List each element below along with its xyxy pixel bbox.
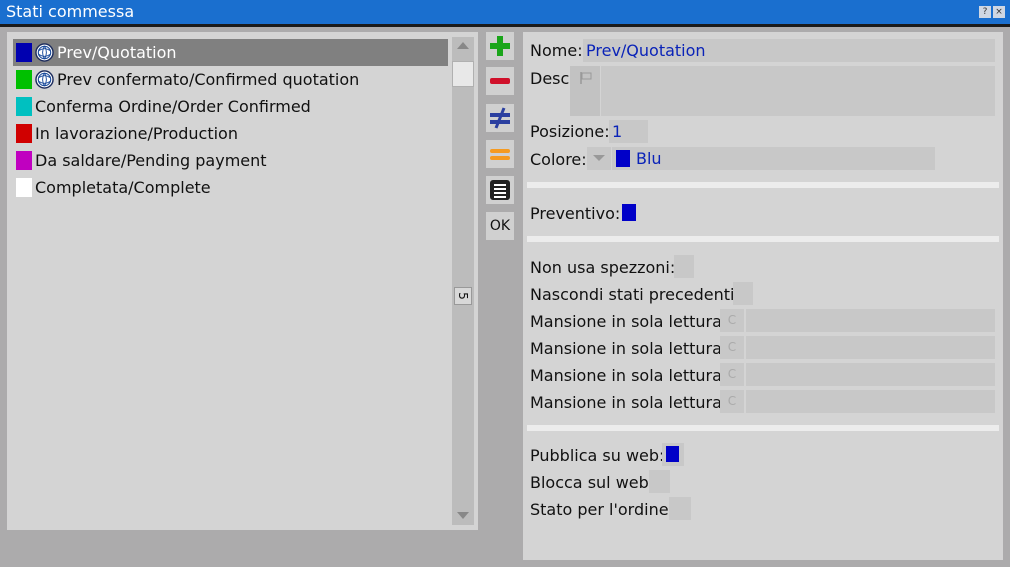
mansione-select-button[interactable]: C	[720, 336, 744, 359]
list-item[interactable]: Conferma Ordine/Order Confirmed	[13, 93, 448, 120]
delete-button[interactable]	[486, 67, 514, 95]
posizione-field[interactable]: 1	[609, 120, 648, 143]
colore-label: Colore:	[530, 150, 587, 169]
ok-button[interactable]: OK	[486, 212, 514, 240]
mansione-field[interactable]	[746, 363, 995, 386]
flag-icon	[580, 72, 592, 84]
plus-icon	[490, 36, 510, 56]
list-item-label: Prev confermato/Confirmed quotation	[57, 70, 360, 89]
help-button[interactable]: ?	[979, 6, 991, 18]
preventivo-label: Preventivo:	[530, 204, 621, 223]
status-list-panel: Prev/Quotation Prev confermato/Confirmed …	[7, 32, 478, 530]
nome-label: Nome:	[530, 41, 583, 60]
list-item-label: Da saldare/Pending payment	[35, 151, 267, 170]
list-item[interactable]: In lavorazione/Production	[13, 120, 448, 147]
mansione-label: Mansione in sola lettura:	[530, 366, 728, 385]
desc-label: Desc:	[530, 69, 575, 88]
status-color-swatch	[16, 70, 32, 89]
detail-panel: Nome: Prev/Quotation Desc: Posizione: 1 …	[523, 32, 1003, 560]
mansione-label: Mansione in sola lettura:	[530, 339, 728, 358]
list-item[interactable]: Prev confermato/Confirmed quotation	[13, 66, 448, 93]
add-button[interactable]	[486, 32, 514, 60]
scroll-thumb[interactable]	[452, 61, 474, 87]
non-usa-spezzoni-label: Non usa spezzoni:	[530, 258, 676, 277]
chevron-down-icon	[593, 155, 605, 161]
equal-button[interactable]	[486, 140, 514, 168]
status-color-swatch	[16, 124, 32, 143]
table-view-button[interactable]	[486, 176, 514, 204]
globe-icon	[35, 70, 54, 89]
nome-field[interactable]: Prev/Quotation	[583, 39, 995, 62]
separator	[527, 182, 999, 188]
pubblica-label: Pubblica su web:	[530, 446, 665, 465]
equal-icon	[490, 149, 510, 160]
colore-field[interactable]: Blu	[612, 147, 935, 170]
status-color-swatch	[16, 97, 32, 116]
globe-icon	[35, 43, 54, 62]
list-item[interactable]: Prev/Quotation	[13, 39, 448, 66]
stato-ordine-label: Stato per l'ordine:	[530, 500, 674, 519]
preventivo-checkbox[interactable]	[622, 204, 636, 221]
scroll-up-arrow-icon[interactable]	[457, 42, 469, 49]
list-scrollbar[interactable]	[452, 37, 474, 525]
titlebar-divider	[0, 24, 1010, 27]
blocca-label: Blocca sul web:	[530, 473, 655, 492]
list-item[interactable]: Completata/Complete	[13, 174, 448, 201]
list-item-label: Conferma Ordine/Order Confirmed	[35, 97, 311, 116]
separator	[527, 425, 999, 431]
status-color-swatch	[16, 178, 32, 197]
mansione-select-button[interactable]: C	[720, 309, 744, 332]
mansione-field[interactable]	[746, 309, 995, 332]
mansione-select-button[interactable]: C	[720, 363, 744, 386]
desc-field[interactable]	[601, 66, 995, 116]
nascondi-label: Nascondi stati precedenti:	[530, 285, 740, 304]
list-item-label: In lavorazione/Production	[35, 124, 238, 143]
window-title: Stati commessa	[6, 2, 135, 21]
desc-flag-button[interactable]	[570, 66, 600, 116]
mansione-label: Mansione in sola lettura:	[530, 312, 728, 331]
stato-ordine-checkbox[interactable]	[669, 497, 691, 520]
table-icon	[490, 180, 510, 200]
status-color-swatch	[16, 151, 32, 170]
colore-swatch	[616, 150, 630, 167]
scroll-down-arrow-icon[interactable]	[457, 512, 469, 519]
mansione-field[interactable]	[746, 336, 995, 359]
status-color-swatch	[16, 43, 32, 62]
record-count: 5	[454, 287, 472, 305]
separator	[527, 236, 999, 242]
non-usa-spezzoni-checkbox[interactable]	[674, 255, 694, 278]
minus-icon	[490, 78, 510, 84]
not-equal-button[interactable]	[486, 104, 514, 132]
not-equal-icon	[490, 107, 510, 129]
mansione-label: Mansione in sola lettura:	[530, 393, 728, 412]
pubblica-checkbox[interactable]	[662, 443, 684, 466]
posizione-label: Posizione:	[530, 122, 610, 141]
list-item[interactable]: Da saldare/Pending payment	[13, 147, 448, 174]
list-item-label: Completata/Complete	[35, 178, 211, 197]
mansione-select-button[interactable]: C	[720, 390, 744, 413]
mansione-field[interactable]	[746, 390, 995, 413]
window-titlebar: Stati commessa ? ×	[0, 0, 1010, 24]
blocca-checkbox[interactable]	[649, 470, 670, 493]
list-item-label: Prev/Quotation	[57, 43, 177, 62]
nascondi-checkbox[interactable]	[733, 282, 753, 305]
close-button[interactable]: ×	[993, 6, 1005, 18]
colore-dropdown-button[interactable]	[587, 147, 611, 170]
